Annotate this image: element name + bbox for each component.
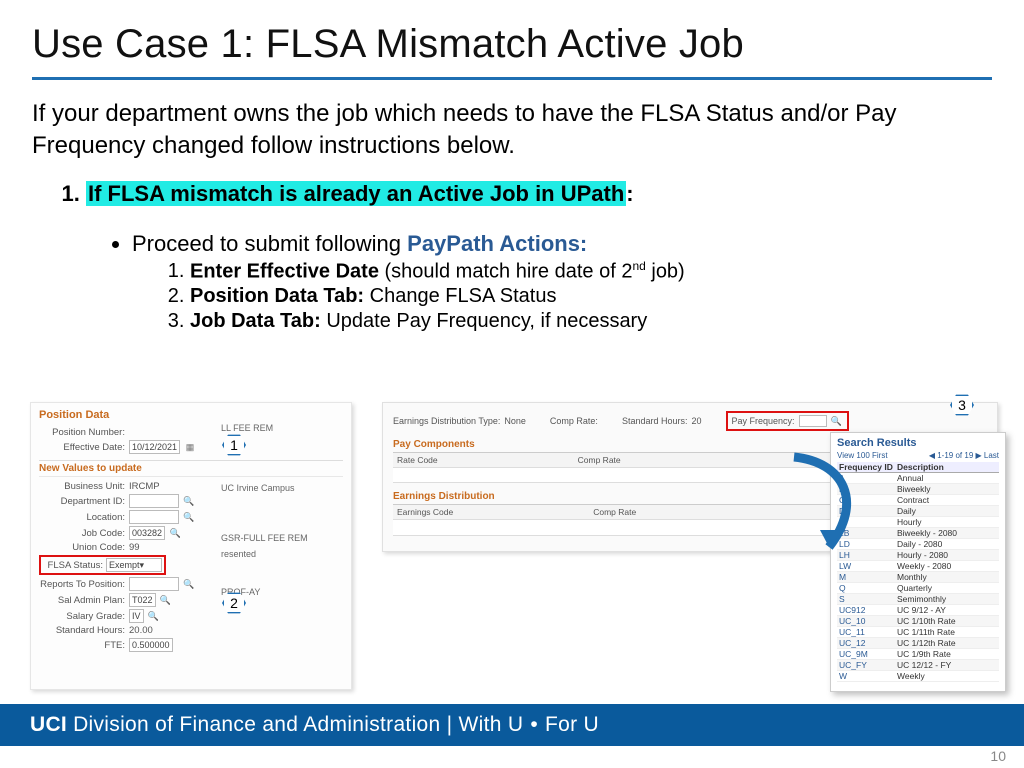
jobcode-desc: GSR-FULL FEE REM xyxy=(221,533,308,543)
step-list: If FLSA mismatch is already an Active Jo… xyxy=(32,181,992,334)
search-row[interactable]: QQuarterly xyxy=(837,583,999,594)
search-row[interactable]: SSemimonthly xyxy=(837,594,999,605)
step-1-bullets: Proceed to submit following PayPath Acti… xyxy=(86,231,992,334)
grade-input[interactable]: IV xyxy=(129,609,144,623)
union-value: 99 xyxy=(129,542,140,553)
reports-input[interactable] xyxy=(129,577,179,591)
fte-input[interactable]: 0.500000 xyxy=(129,638,173,652)
last-link[interactable]: Last xyxy=(984,451,999,460)
slide: Use Case 1: FLSA Mismatch Active Job If … xyxy=(0,0,1024,768)
payfreq-label: Pay Frequency: xyxy=(732,416,795,426)
search-row[interactable]: MMonthly xyxy=(837,572,999,583)
chevron-down-icon: ▾ xyxy=(140,560,145,571)
payfreq-input[interactable] xyxy=(799,415,827,427)
footer-dot: • xyxy=(530,713,538,737)
lookup-icon[interactable]: 🔍 xyxy=(183,495,195,507)
comprate-label: Comp Rate: xyxy=(550,416,598,426)
search-row[interactable]: UC_11UC 1/11th Rate xyxy=(837,627,999,638)
fte-label: FTE: xyxy=(39,640,125,651)
position-data-title: Position Data xyxy=(39,409,343,421)
sap-label: Sal Admin Plan: xyxy=(39,595,125,606)
arrow-icon xyxy=(774,452,884,562)
flsa-highlight-box: FLSA Status: Exempt ▾ xyxy=(39,555,166,575)
lookup-icon[interactable]: 🔍 xyxy=(831,415,843,427)
jobcode-label: Job Code: xyxy=(39,528,125,539)
union-desc: resented xyxy=(221,549,256,559)
edt-label: Earnings Distribution Type: xyxy=(393,416,500,426)
earnings-code-col: Earnings Code xyxy=(397,507,453,517)
lookup-icon[interactable]: 🔍 xyxy=(183,511,195,523)
union-label: Union Code: xyxy=(39,542,125,553)
comp-rate-col: Comp Rate xyxy=(578,455,621,465)
new-values-header: New Values to update xyxy=(39,460,343,477)
bu-label: Business Unit: xyxy=(39,481,125,492)
dept-label: Department ID: xyxy=(39,496,125,507)
intro-text: If your department owns the job which ne… xyxy=(32,98,992,163)
payfreq-highlight-box: Pay Frequency: 🔍 xyxy=(726,411,849,431)
lookup-icon[interactable]: 🔍 xyxy=(148,610,160,622)
paypath-label: PayPath Actions: xyxy=(407,231,587,256)
pos-num-label: Position Number: xyxy=(39,427,125,438)
lookup-icon[interactable]: 🔍 xyxy=(183,578,195,590)
fee-rem-text: LL FEE REM xyxy=(221,423,273,433)
comp-rate-col-2: Comp Rate xyxy=(593,507,636,517)
search-row[interactable]: UC_FYUC 12/12 - FY xyxy=(837,660,999,671)
loc-label: Location: xyxy=(39,512,125,523)
reports-label: Reports To Position: xyxy=(39,579,125,590)
eff-date-label: Effective Date: xyxy=(39,442,125,453)
dept-input[interactable] xyxy=(129,494,179,508)
stdhours-label: Standard Hours: xyxy=(39,625,125,636)
step-1: If FLSA mismatch is already an Active Jo… xyxy=(86,181,992,334)
footer-division: Division of Finance and Administration |… xyxy=(73,713,523,737)
search-results-title: Search Results xyxy=(837,437,999,449)
action-eff-date: Enter Effective Date (should match hire … xyxy=(190,259,992,284)
loc-input[interactable] xyxy=(129,510,179,524)
calendar-icon[interactable]: ▦ xyxy=(184,441,196,453)
stdhours-value: 20 xyxy=(691,416,701,426)
footer-bar: UCI Division of Finance and Administrati… xyxy=(0,704,1024,746)
stdhours-label: Standard Hours: xyxy=(622,416,688,426)
search-row[interactable]: UC_10UC 1/10th Rate xyxy=(837,616,999,627)
flsa-label: FLSA Status: xyxy=(43,560,103,571)
bu-value: IRCMP xyxy=(129,481,160,492)
flsa-select[interactable]: Exempt ▾ xyxy=(106,558,162,572)
search-row[interactable]: UC_9MUC 1/9th Rate xyxy=(837,649,999,660)
action-job-data: Job Data Tab: Update Pay Frequency, if n… xyxy=(190,310,992,333)
page-range: 1-19 of 19 xyxy=(937,451,973,460)
page-title: Use Case 1: FLSA Mismatch Active Job xyxy=(32,22,992,67)
title-rule xyxy=(32,77,992,80)
grade-label: Salary Grade: xyxy=(39,611,125,622)
paypath-bullet: Proceed to submit following PayPath Acti… xyxy=(132,231,992,334)
search-row[interactable]: UC912UC 9/12 - AY xyxy=(837,605,999,616)
search-row[interactable]: UC_12UC 1/12th Rate xyxy=(837,638,999,649)
rate-code-col: Rate Code xyxy=(397,455,438,465)
action-position-data: Position Data Tab: Change FLSA Status xyxy=(190,285,992,308)
footer-brand: UCI xyxy=(30,713,67,737)
eff-date-input[interactable]: 10/12/2021 xyxy=(129,440,180,454)
search-row[interactable]: WWeekly xyxy=(837,671,999,682)
page-number: 10 xyxy=(990,748,1006,764)
lookup-icon[interactable]: 🔍 xyxy=(169,527,181,539)
lookup-icon[interactable]: 🔍 xyxy=(160,594,172,606)
position-data-panel: Position Data Position Number: LL FEE RE… xyxy=(30,402,352,690)
bullet-prefix: Proceed to submit following xyxy=(132,231,407,256)
stdhours-value: 20.00 xyxy=(129,625,153,636)
pay-components-header: Pay Components xyxy=(393,439,475,450)
earnings-dist-header: Earnings Distribution xyxy=(393,491,495,502)
footer-tail: For U xyxy=(545,713,599,737)
edt-value: None xyxy=(504,416,526,426)
jobcode-input[interactable]: 003282 xyxy=(129,526,165,540)
action-sublist: Enter Effective Date (should match hire … xyxy=(132,259,992,334)
step-1-highlight: If FLSA mismatch is already an Active Jo… xyxy=(86,181,626,206)
sap-input[interactable]: T022 xyxy=(129,593,156,607)
bu-desc: UC Irvine Campus xyxy=(221,483,295,493)
search-row[interactable]: LWWeekly - 2080 xyxy=(837,561,999,572)
